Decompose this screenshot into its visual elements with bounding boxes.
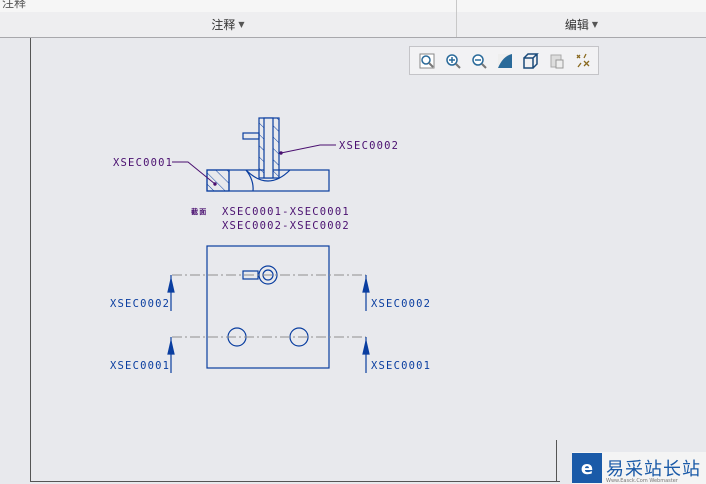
leader-xsec0002 [280, 144, 336, 154]
drawing-canvas[interactable]: XSEC0001 XSEC0002 截面 XSEC0001-XSEC0001 X… [0, 0, 706, 484]
zoom-fit-icon[interactable] [414, 49, 440, 73]
cutting-arrow-right-top[interactable] [362, 275, 370, 311]
section-line-1[interactable]: XSEC0001-XSEC0001 [222, 206, 350, 218]
watermark-subtext: Www.Easck.Com Webmaster [606, 478, 678, 484]
cut-label-left-bottom[interactable]: XSEC0001 [110, 360, 170, 372]
view-toolbar [409, 46, 599, 75]
watermark-logo: e 易采站长站 Www.Easck.Com Webmaster [572, 452, 706, 484]
zoom-in-icon[interactable] [440, 49, 466, 73]
cut-label-left-top[interactable]: XSEC0002 [110, 298, 170, 310]
label-xsec0002[interactable]: XSEC0002 [339, 140, 399, 152]
section-view[interactable] [206, 117, 330, 192]
saved-views-icon[interactable] [544, 49, 570, 73]
view-cube-icon[interactable] [518, 49, 544, 73]
label-xsec0001[interactable]: XSEC0001 [113, 157, 173, 169]
repaint-icon[interactable] [492, 49, 518, 73]
datum-display-icon[interactable] [570, 49, 596, 73]
logo-icon: e [572, 453, 602, 483]
section-line-2[interactable]: XSEC0002-XSEC0002 [222, 220, 350, 232]
cutting-arrow-right-bottom[interactable] [362, 337, 370, 373]
section-title: 截面 [191, 207, 207, 216]
plan-view[interactable] [206, 245, 330, 369]
cut-label-right-bottom[interactable]: XSEC0001 [371, 360, 431, 372]
cut-label-right-top[interactable]: XSEC0002 [371, 298, 431, 310]
zoom-out-icon[interactable] [466, 49, 492, 73]
